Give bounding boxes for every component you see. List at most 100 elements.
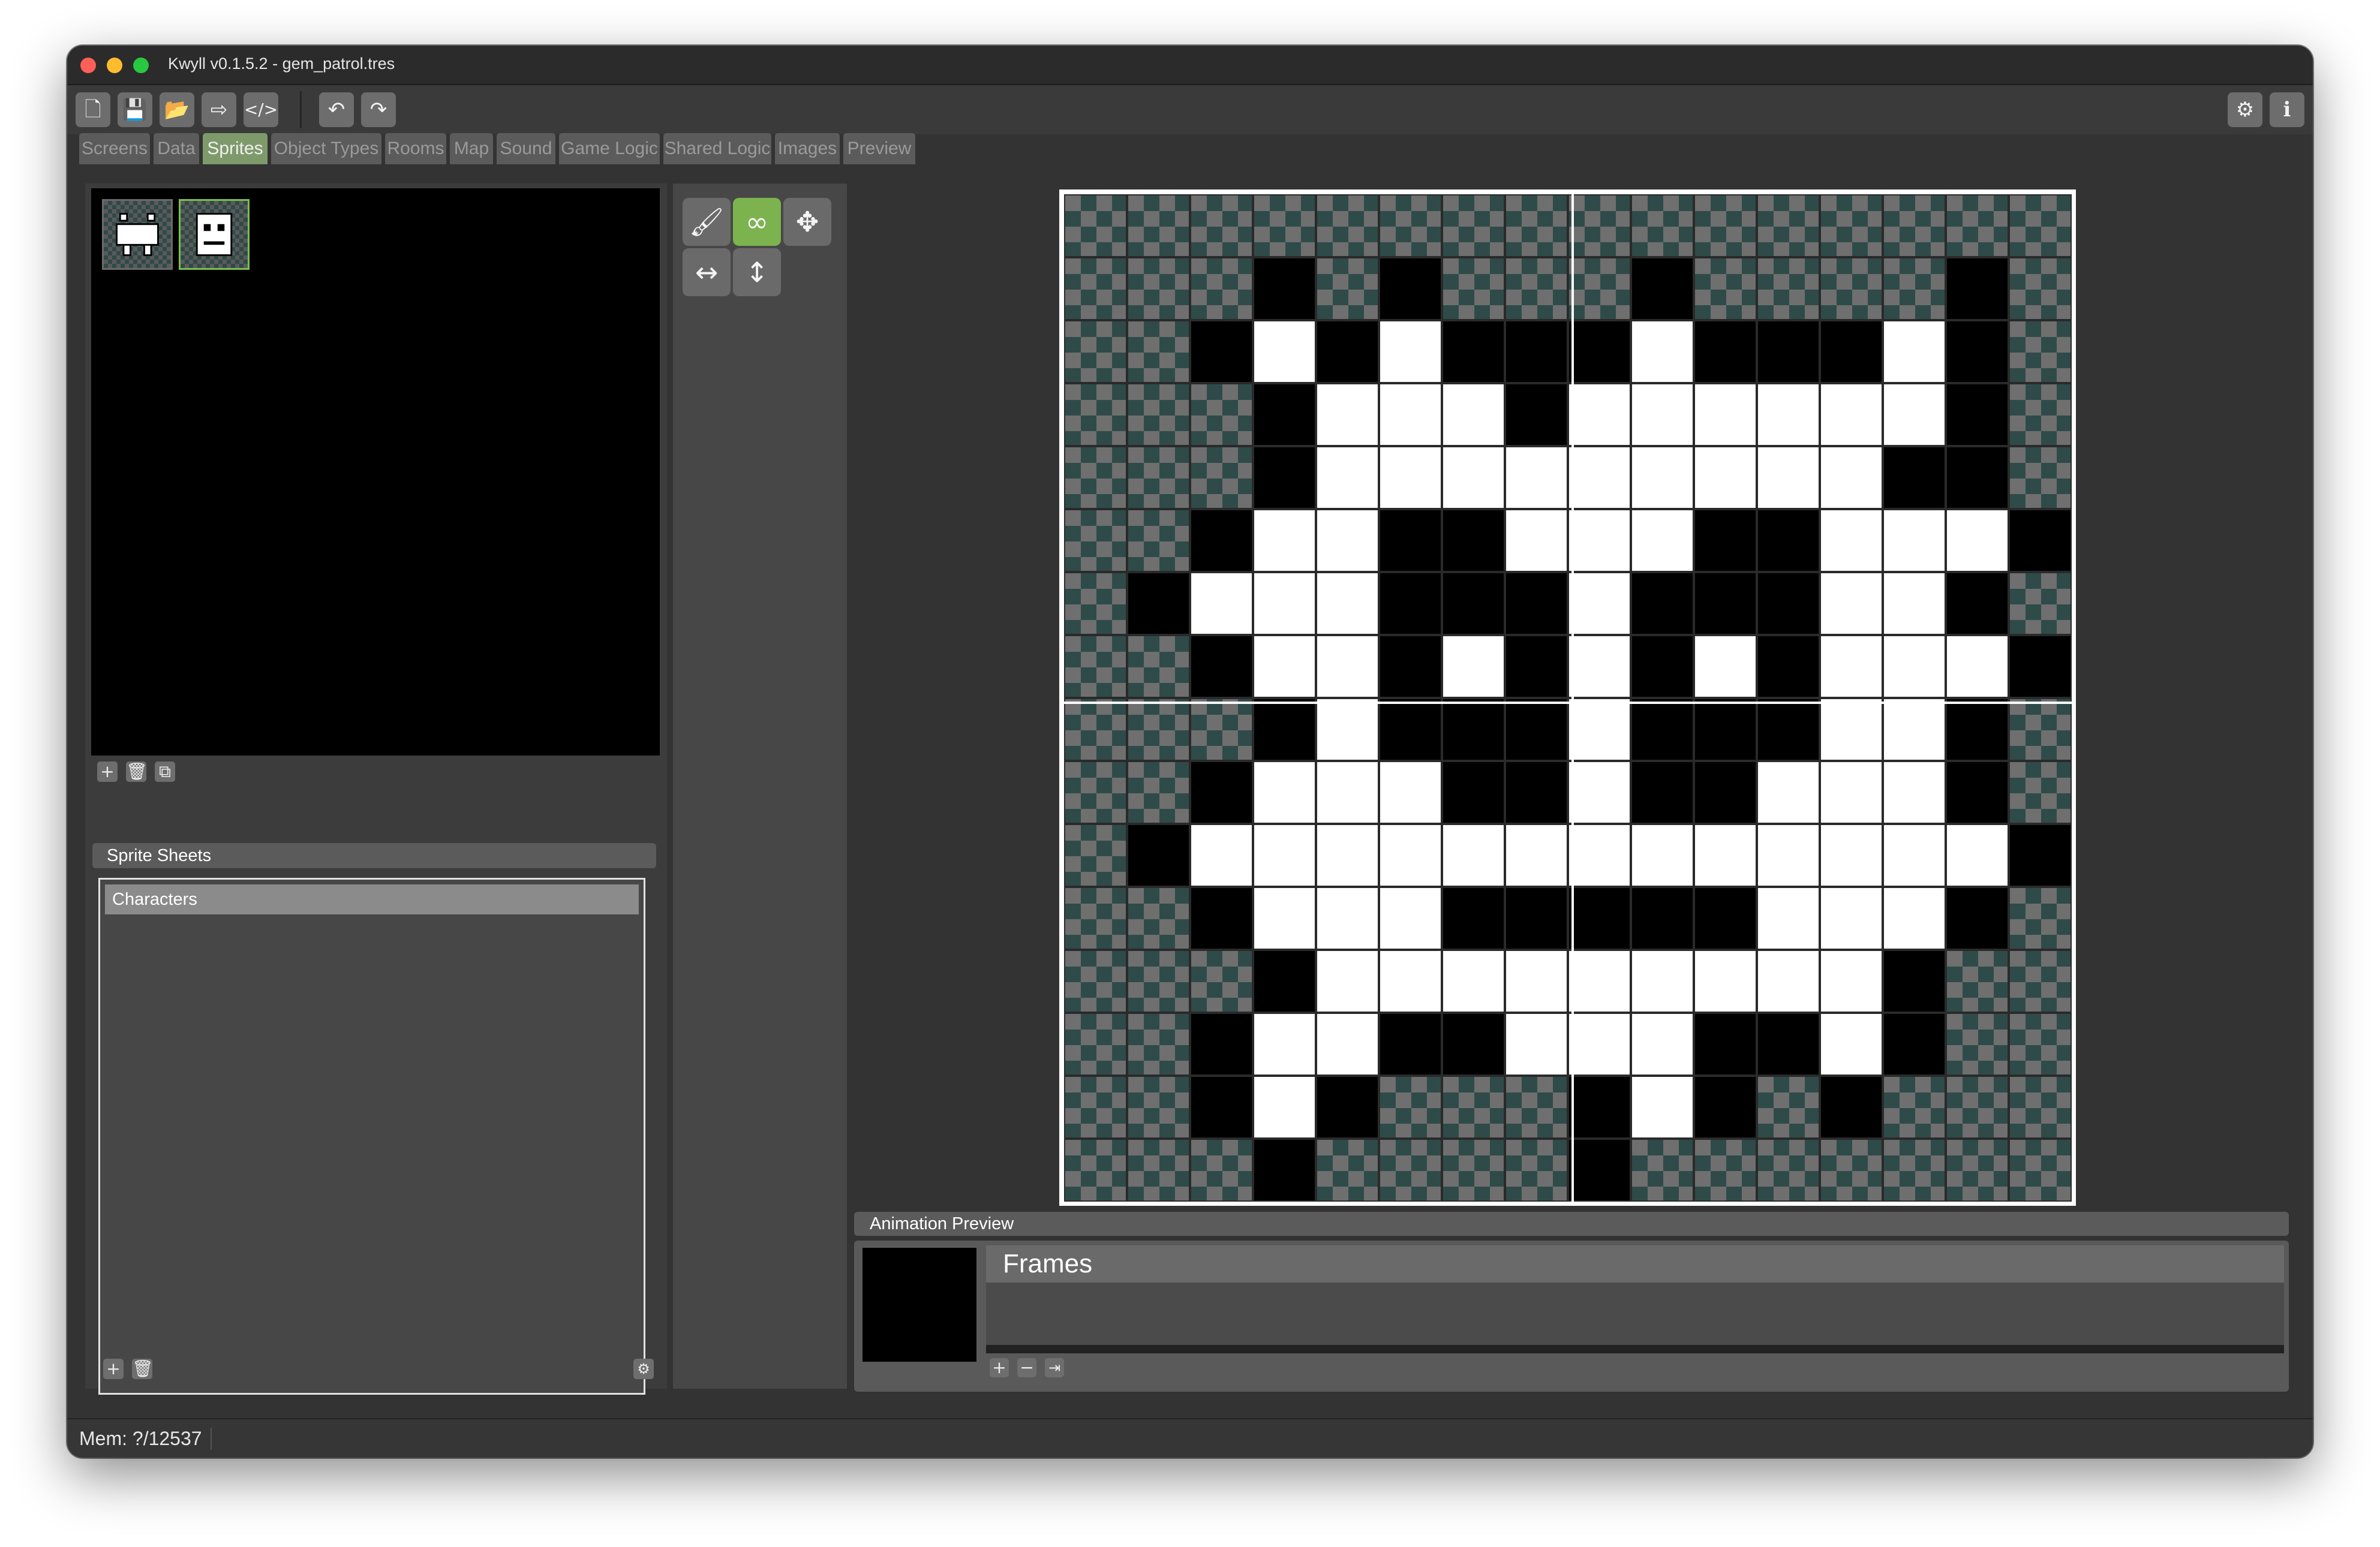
pixel-cell[interactable] [1631, 1139, 1694, 1202]
pixel-cell[interactable] [1253, 824, 1316, 887]
pixel-cell[interactable] [1442, 887, 1505, 950]
pixel-cell[interactable] [1127, 824, 1190, 887]
pixel-cell[interactable] [1505, 887, 1568, 950]
pixel-cell[interactable] [1127, 1013, 1190, 1076]
pixel-cell[interactable] [1946, 761, 2009, 824]
pixel-cell[interactable] [1253, 383, 1316, 446]
pixel-cell[interactable] [1883, 446, 1946, 509]
pixel-cell[interactable] [1442, 698, 1505, 761]
pixel-cell[interactable] [1568, 950, 1631, 1013]
pixel-cell[interactable] [2009, 761, 2072, 824]
pixel-cell[interactable] [1379, 1076, 1442, 1139]
pixel-cell[interactable] [1190, 1013, 1253, 1076]
pixel-cell[interactable] [1379, 383, 1442, 446]
flip-horizontal-icon[interactable]: ↔ [683, 248, 731, 296]
pixel-cell[interactable] [1379, 194, 1442, 257]
pixel-cell[interactable] [1568, 446, 1631, 509]
pixel-cell[interactable] [1442, 320, 1505, 383]
pixel-cell[interactable] [1568, 1139, 1631, 1202]
pixel-cell[interactable] [1505, 950, 1568, 1013]
pixel-cell[interactable] [1757, 257, 1820, 320]
pixel-cell[interactable] [1064, 635, 1127, 698]
minimize-window-button[interactable] [107, 58, 122, 73]
pixel-cell[interactable] [1694, 1013, 1757, 1076]
pixel-cell[interactable] [1190, 887, 1253, 950]
pixel-cell[interactable] [1946, 383, 2009, 446]
tab-screens[interactable]: Screens [79, 133, 150, 164]
pixel-cell[interactable] [1757, 698, 1820, 761]
pixel-cell[interactable] [1946, 698, 2009, 761]
pixel-cell[interactable] [1694, 887, 1757, 950]
pixel-cell[interactable] [1757, 194, 1820, 257]
pixel-cell[interactable] [1442, 950, 1505, 1013]
pixel-cell[interactable] [1253, 194, 1316, 257]
pixel-cell[interactable] [1694, 1139, 1757, 1202]
pixel-cell[interactable] [1127, 572, 1190, 635]
pixel-cell[interactable] [1379, 572, 1442, 635]
pixel-cell[interactable] [1064, 509, 1127, 572]
pixel-cell[interactable] [1631, 383, 1694, 446]
pixel-cell[interactable] [1190, 383, 1253, 446]
pixel-cell[interactable] [1568, 194, 1631, 257]
pixel-cell[interactable] [1127, 761, 1190, 824]
pixel-cell[interactable] [1631, 320, 1694, 383]
pixel-cell[interactable] [1127, 1076, 1190, 1139]
pixel-cell[interactable] [1694, 194, 1757, 257]
pixel-cell[interactable] [1316, 257, 1379, 320]
pixel-cell[interactable] [1127, 446, 1190, 509]
pixel-cell[interactable] [1946, 887, 2009, 950]
pixel-cell[interactable] [1568, 698, 1631, 761]
tab-shared-logic[interactable]: Shared Logic [663, 133, 771, 164]
pixel-cell[interactable] [1757, 383, 1820, 446]
export-icon[interactable]: ⇨ [202, 92, 236, 127]
pixel-cell[interactable] [1631, 698, 1694, 761]
tab-game-logic[interactable]: Game Logic [559, 133, 660, 164]
remove-frame-button[interactable]: − [1017, 1358, 1036, 1377]
pixel-cell[interactable] [1316, 950, 1379, 1013]
pixel-cell[interactable] [1505, 194, 1568, 257]
pixel-cell[interactable] [1505, 698, 1568, 761]
pixel-cell[interactable] [1505, 1076, 1568, 1139]
pixel-cell[interactable] [2009, 194, 2072, 257]
pixel-cell[interactable] [1064, 824, 1127, 887]
pixel-cell[interactable] [2009, 698, 2072, 761]
pixel-cell[interactable] [1757, 761, 1820, 824]
pixel-cell[interactable] [1820, 1076, 1883, 1139]
pixel-cell[interactable] [2009, 509, 2072, 572]
pixel-cell[interactable] [1190, 635, 1253, 698]
pixel-cell[interactable] [1883, 194, 1946, 257]
pixel-cell[interactable] [1694, 950, 1757, 1013]
pixel-cell[interactable] [1127, 1139, 1190, 1202]
paint-roller-icon[interactable]: 🖌 [683, 198, 731, 246]
tab-sound[interactable]: Sound [497, 133, 555, 164]
pixel-cell[interactable] [1442, 1076, 1505, 1139]
pixel-cell[interactable] [1694, 509, 1757, 572]
pixel-cell[interactable] [1316, 635, 1379, 698]
frames-scrollbar[interactable] [986, 1345, 2284, 1353]
pixel-cell[interactable] [1505, 824, 1568, 887]
pixel-cell[interactable] [1127, 887, 1190, 950]
pixel-cell[interactable] [1379, 887, 1442, 950]
pixel-cell[interactable] [1883, 1013, 1946, 1076]
pixel-cell[interactable] [1442, 509, 1505, 572]
pixel-cell[interactable] [1316, 194, 1379, 257]
pixel-cell[interactable] [1568, 1013, 1631, 1076]
pixel-cell[interactable] [1946, 320, 2009, 383]
pixel-cell[interactable] [1316, 887, 1379, 950]
pixel-cell[interactable] [1064, 887, 1127, 950]
flip-vertical-icon[interactable]: ↕ [733, 248, 781, 296]
pixel-cell[interactable] [1190, 698, 1253, 761]
insert-frame-icon[interactable]: ⇥ [1045, 1358, 1064, 1377]
pixel-cell[interactable] [2009, 887, 2072, 950]
pixel-cell[interactable] [1316, 572, 1379, 635]
pixel-cell[interactable] [1316, 824, 1379, 887]
tab-images[interactable]: Images [775, 133, 840, 164]
pixel-cell[interactable] [1127, 383, 1190, 446]
undo-icon[interactable]: ↶ [319, 92, 354, 127]
pixel-cell[interactable] [1946, 509, 2009, 572]
add-sprite-button[interactable]: + [97, 762, 118, 782]
pixel-cell[interactable] [1379, 257, 1442, 320]
pixel-cell[interactable] [1694, 383, 1757, 446]
pixel-cell[interactable] [1316, 509, 1379, 572]
pixel-cell[interactable] [1505, 761, 1568, 824]
